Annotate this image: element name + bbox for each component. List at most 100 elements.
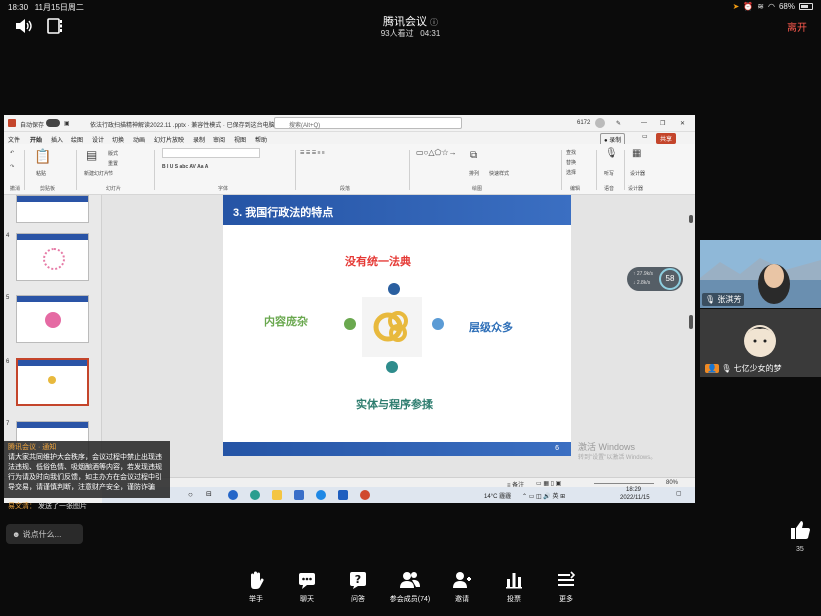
windows-taskbar: ○ ⊟ 14°C 霾霾 ⌃ ▭ ◫ 🔊 英 ⊞ 18:29 2022/11/15… <box>102 487 695 503</box>
participant-tile[interactable]: 👤 🎙 七亿少女的梦 <box>700 309 821 377</box>
current-slide[interactable]: 3. 我国行政法的特点 没有统一法典 内容庞杂 层级众多 实体与程序参揉 6 <box>223 195 571 456</box>
info-icon[interactable]: ⓘ <box>430 18 438 27</box>
menu-draw[interactable]: 绘图 <box>71 135 83 144</box>
notification-icon[interactable]: ▢ <box>676 490 682 497</box>
thumb-number: 5 <box>6 295 10 301</box>
font-name-select[interactable] <box>162 148 260 158</box>
slide-title: 3. 我国行政法的特点 <box>233 207 334 219</box>
font-format-buttons[interactable]: B I U S abc AV Aa A <box>162 164 208 170</box>
user-icon: 👤 <box>705 364 719 373</box>
members-button[interactable]: 参会成员(74) <box>380 570 440 604</box>
avatar[interactable] <box>595 118 605 128</box>
ppt-search-input[interactable]: 搜索(Alt+Q) <box>274 117 462 129</box>
slide-thumbnail-pane: 4 5 6 7 <box>4 195 102 477</box>
minimize-icon[interactable]: — <box>641 120 647 126</box>
designer-label: 设计器 <box>630 171 646 177</box>
menu-record[interactable]: 录制 <box>193 135 205 144</box>
close-icon[interactable]: ✕ <box>680 120 685 127</box>
weather-widget[interactable]: 14°C 霾霾 <box>484 491 511 500</box>
menu-view[interactable]: 视图 <box>234 135 246 144</box>
designer-icon[interactable]: ▦ <box>632 148 641 159</box>
more-button[interactable]: 更多 <box>536 570 596 604</box>
like-icon[interactable] <box>788 518 812 542</box>
vote-button[interactable]: 投票 <box>484 570 544 604</box>
meeting-subtitle: 93人看过 04:31 <box>0 28 821 39</box>
replace-label[interactable]: 替换 <box>566 159 576 166</box>
slide-thumbnail[interactable] <box>16 233 89 281</box>
chat-input[interactable]: ☻ 说点什么... <box>6 524 83 544</box>
powerpoint-icon[interactable] <box>360 490 370 500</box>
reset-label[interactable]: 重置 <box>108 160 118 167</box>
participant-tile[interactable]: 🎙 张淇芳 <box>700 240 821 308</box>
menu-design[interactable]: 设计 <box>92 135 104 144</box>
view-buttons[interactable]: ▭ ▦ ▯ ▣ <box>536 480 561 487</box>
taskbar-time: 18:29 <box>626 487 642 493</box>
scrollbar-thumb[interactable] <box>689 315 693 329</box>
section-label[interactable]: 节 <box>108 170 113 177</box>
chat-message: 易文清： 发送了一张图片 <box>8 501 87 511</box>
redo-icon[interactable]: ↷ <box>10 164 14 170</box>
zoom-slider[interactable] <box>594 483 654 484</box>
share-button[interactable]: 共享 <box>656 133 677 144</box>
menu-review[interactable]: 审阅 <box>213 135 225 144</box>
microphone-icon[interactable]: 🎙 <box>605 148 618 159</box>
menu-animations[interactable]: 动画 <box>133 135 145 144</box>
paste-icon[interactable]: 📋 <box>34 148 51 165</box>
slide-footer: 6 <box>223 442 571 456</box>
menu-transitions[interactable]: 切换 <box>112 135 124 144</box>
shapes-gallery[interactable]: ▭○△⬠☆→ <box>416 148 457 157</box>
menu-file[interactable]: 文件 <box>8 135 20 144</box>
slide-thumbnail[interactable] <box>16 195 89 223</box>
mail-icon[interactable] <box>294 490 304 500</box>
pen-icon[interactable]: ✎ <box>616 120 621 127</box>
qa-button[interactable]: ? 问答 <box>328 570 388 604</box>
edge-icon[interactable] <box>250 490 260 500</box>
file-title: 依法行政扫描精神解读2022.11 .pptx · 兼容性模式 · 已保存到这台… <box>90 123 275 129</box>
chat-input-placeholder: 说点什么... <box>22 530 62 539</box>
menu-insert[interactable]: 插入 <box>51 135 63 144</box>
raise-hand-icon <box>251 571 264 589</box>
meeting-screen: 18:30 11月15日周二 ➤ ⏰ ≋ ◠ 68% 腾讯会议 ⓘ 93人看过 <box>0 0 821 616</box>
notice-text: 请大家共同维护大会秩序，会议过程中禁止出现违法违规、低俗色情、吸烟酗酒等内容，若… <box>8 454 162 491</box>
restore-icon[interactable]: ❐ <box>660 120 665 127</box>
dot-right <box>432 318 444 330</box>
menu-slideshow[interactable]: 幻灯片放映 <box>154 135 184 144</box>
layout-label[interactable]: 版式 <box>108 150 118 157</box>
ppt-titlebar: 自动保存 ▣ 依法行政扫描精神解读2022.11 .pptx · 兼容性模式 ·… <box>4 115 695 132</box>
group-editing: 编辑 <box>570 186 581 192</box>
start-icon[interactable]: ○ <box>188 490 193 499</box>
find-label[interactable]: 查找 <box>566 149 576 156</box>
dictate-label: 听写 <box>604 171 615 177</box>
ie-icon[interactable] <box>316 490 326 500</box>
meeting-duration: 04:31 <box>420 29 441 38</box>
autosave-toggle[interactable] <box>46 119 60 127</box>
scrollbar-thumb[interactable] <box>689 215 693 223</box>
label-no-unified-code: 没有统一法典 <box>345 256 411 268</box>
leave-button[interactable]: 离开 <box>787 19 807 34</box>
vote-label: 投票 <box>507 596 521 603</box>
slide-thumbnail-active[interactable] <box>16 358 89 406</box>
autosave-label: 自动保存 <box>20 123 45 129</box>
save-icon[interactable]: ▣ <box>64 120 70 127</box>
arrange-icon[interactable]: ⧉ <box>470 150 477 161</box>
paragraph-buttons[interactable]: ☰ ☰ ☰ ≡ ≡ <box>300 150 325 156</box>
slide-thumbnail[interactable] <box>16 295 89 343</box>
arrange-label: 排列 <box>469 171 480 177</box>
undo-icon[interactable]: ↶ <box>10 150 14 156</box>
network-speed-widget[interactable]: ↑ 27.9k/s ↓ 2.8k/s 58 <box>627 267 683 291</box>
select-label[interactable]: 选择 <box>566 169 576 176</box>
meeting-app-icon[interactable] <box>338 490 348 500</box>
explorer-icon[interactable] <box>272 490 282 500</box>
new-slide-icon[interactable]: ▤ <box>86 148 97 162</box>
taskview-icon[interactable]: ⊟ <box>206 490 212 498</box>
label-many-levels: 层级众多 <box>469 322 513 334</box>
ppt-ribbon: ↶ ↷ 📋 粘贴 ▤ 新建幻灯片 版式 重置 节 B I U S abc AV … <box>4 144 695 195</box>
meeting-title[interactable]: 腾讯会议 ⓘ <box>0 13 821 29</box>
browser-icon[interactable] <box>228 490 238 500</box>
participant-name: 🎙 张淇芳 <box>702 293 745 306</box>
menu-help[interactable]: 帮助 <box>255 135 267 144</box>
invite-button[interactable]: 邀请 <box>432 570 492 604</box>
comments-icon[interactable]: ▭ <box>642 133 648 140</box>
meeting-toolbar: 举手 聊天 ? 问答 参会成员(74) 邀请 投票 更多 <box>0 556 821 616</box>
tray-icons[interactable]: ⌃ ▭ ◫ 🔊 英 ⊞ <box>522 491 565 500</box>
